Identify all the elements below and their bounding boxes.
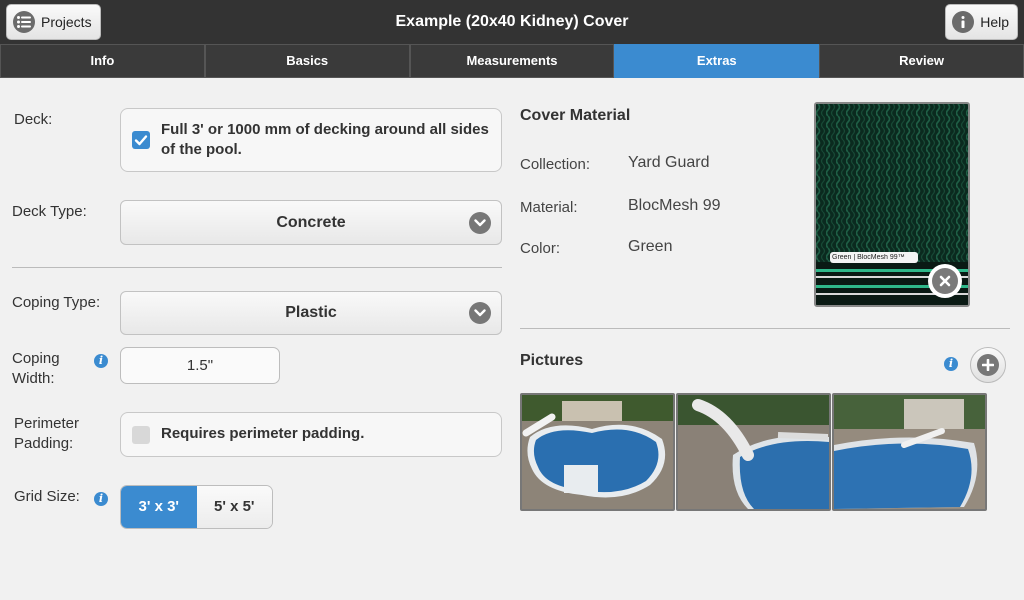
tab-bar: Info Basics Measurements Extras Review: [0, 44, 1024, 78]
chevron-down-icon: [469, 302, 491, 324]
divider: [12, 267, 502, 268]
help-button[interactable]: Help: [945, 4, 1018, 40]
top-bar: Projects Example (20x40 Kidney) Cover He…: [0, 0, 1024, 44]
pool-photo-image: [834, 395, 985, 509]
grid-size-toggle: 3' x 3' 5' x 5': [120, 485, 273, 529]
close-icon: [932, 268, 958, 294]
pool-photo-image: [522, 395, 673, 509]
info-icon[interactable]: i: [944, 357, 958, 371]
pictures-heading: Pictures: [520, 352, 584, 369]
info-icon[interactable]: i: [94, 354, 108, 368]
deck-checkbox-text: Full 3' or 1000 mm of decking around all…: [161, 121, 489, 158]
collection-value: Yard Guard: [628, 154, 710, 171]
perimeter-padding-label: Perimeter Padding:: [14, 415, 80, 452]
coping-type-value: Plastic: [285, 304, 337, 321]
tab-basics[interactable]: Basics: [204, 44, 410, 78]
help-label: Help: [980, 14, 1009, 30]
cover-material-heading: Cover Material: [520, 107, 631, 124]
material-label: Material:: [520, 199, 578, 216]
plus-icon: [977, 354, 999, 376]
tab-review[interactable]: Review: [819, 44, 1024, 78]
deck-label: Deck:: [14, 111, 53, 128]
perimeter-checkbox[interactable]: [132, 426, 150, 444]
collection-label: Collection:: [520, 156, 591, 173]
chevron-down-icon: [469, 211, 491, 234]
divider: [520, 328, 1010, 329]
grid-size-label: Grid Size:: [14, 488, 80, 505]
pool-photo[interactable]: [520, 393, 675, 511]
deck-checkbox-row[interactable]: Full 3' or 1000 mm of decking around all…: [120, 108, 502, 172]
perimeter-checkbox-row[interactable]: Requires perimeter padding.: [120, 412, 502, 457]
pool-photo[interactable]: [676, 393, 831, 511]
tab-info[interactable]: Info: [0, 44, 205, 78]
color-label: Color:: [520, 240, 561, 257]
coping-width-label: Coping Width:: [12, 350, 60, 387]
deck-type-label: Deck Type:: [12, 203, 87, 220]
tab-extras[interactable]: Extras: [614, 44, 820, 78]
add-picture-button[interactable]: [970, 347, 1006, 383]
perimeter-checkbox-text: Requires perimeter padding.: [161, 425, 365, 442]
checkmark-icon: [134, 135, 148, 146]
swatch-tag: Green | BlocMesh 99™: [832, 254, 905, 261]
material-swatch: Green | BlocMesh 99™: [814, 102, 970, 307]
grid-option-3x3[interactable]: 3' x 3': [121, 486, 197, 528]
tab-measurements[interactable]: Measurements: [409, 44, 615, 78]
deck-type-select[interactable]: Concrete: [120, 200, 502, 245]
color-value: Green: [628, 238, 673, 255]
info-icon[interactable]: i: [94, 492, 108, 506]
material-value: BlocMesh 99: [628, 197, 721, 214]
grid-option-5x5[interactable]: 5' x 5': [196, 486, 272, 528]
remove-material-button[interactable]: [928, 264, 962, 298]
coping-type-select[interactable]: Plastic: [120, 291, 502, 335]
page-title: Example (20x40 Kidney) Cover: [395, 13, 629, 30]
coping-type-label: Coping Type:: [12, 294, 101, 311]
pool-photo[interactable]: [832, 393, 987, 511]
pool-photo-image: [678, 395, 829, 509]
info-icon: [952, 11, 975, 33]
deck-checkbox[interactable]: [132, 131, 150, 149]
coping-width-input[interactable]: 1.5": [120, 347, 280, 384]
deck-type-value: Concrete: [276, 214, 346, 231]
